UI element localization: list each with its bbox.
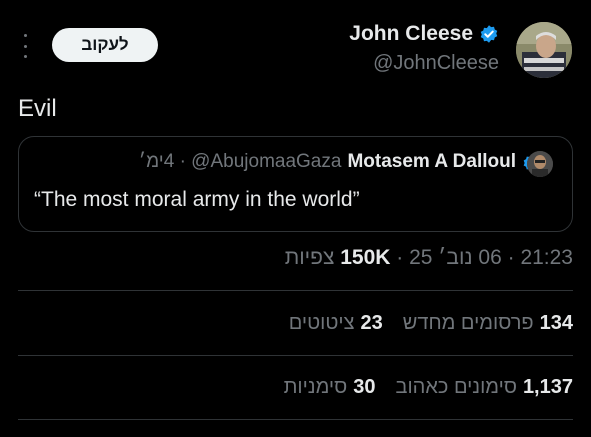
- bookmarks-label: סימניות: [283, 376, 348, 398]
- reposts-count: 134: [539, 312, 573, 334]
- more-options-icon[interactable]: [18, 34, 32, 58]
- tweet-text: Evil: [18, 95, 57, 122]
- tweet-meta-line: 21:23 · 06 נוב׳ 25 · 150K צפיות: [285, 246, 573, 270]
- divider: [18, 290, 573, 291]
- quotes-count: 23: [360, 312, 383, 334]
- views-count: 150K: [340, 246, 391, 269]
- tweet-date[interactable]: 06 נוב׳ 25: [409, 246, 502, 269]
- likes-count: 1,137: [522, 376, 573, 398]
- author-name[interactable]: John Cleese: [349, 22, 473, 46]
- quotes-stat[interactable]: 23 ציטוטים: [289, 312, 383, 335]
- follow-button[interactable]: לעקוב: [52, 28, 158, 62]
- author-handle[interactable]: @JohnCleese: [373, 52, 499, 75]
- separator-dot: ·: [501, 246, 515, 269]
- bookmarks-count: 30: [353, 376, 376, 398]
- bookmarks-stat[interactable]: 30 סימניות: [284, 376, 376, 399]
- author-avatar[interactable]: [516, 22, 572, 78]
- tweet-time[interactable]: 21:23: [520, 246, 573, 269]
- quoted-tweet-header: ‏4ימ׳ · @AbujomaaGaza Motasem A Dalloul: [139, 151, 541, 173]
- author-name-row[interactable]: John Cleese: [349, 22, 499, 46]
- views-label: צפיות: [284, 246, 335, 269]
- likes-label: סימונים כאהוב: [395, 376, 517, 398]
- verified-badge-icon: [479, 24, 499, 44]
- stats-row-likes: 1,137 סימונים כאהוב 30 סימניות: [284, 376, 573, 399]
- separator-dot: ·: [390, 246, 404, 269]
- quoted-tweet-text: “The most moral army in the world”: [34, 188, 360, 211]
- quoted-author-name[interactable]: Motasem A Dalloul: [347, 151, 516, 173]
- quoted-tweet-meta: ‏4ימ׳ · @AbujomaaGaza: [138, 151, 342, 172]
- reposts-stat[interactable]: 134 פרסומים מחדש: [403, 312, 573, 335]
- reposts-label: פרסומים מחדש: [402, 312, 534, 334]
- divider: [18, 419, 573, 420]
- divider: [18, 355, 573, 356]
- quoted-author-avatar[interactable]: [527, 151, 553, 177]
- likes-stat[interactable]: 1,137 סימונים כאהוב: [396, 376, 574, 399]
- stats-row-reposts: 134 פרסומים מחדש 23 ציטוטים: [289, 312, 573, 335]
- quotes-label: ציטוטים: [288, 312, 355, 334]
